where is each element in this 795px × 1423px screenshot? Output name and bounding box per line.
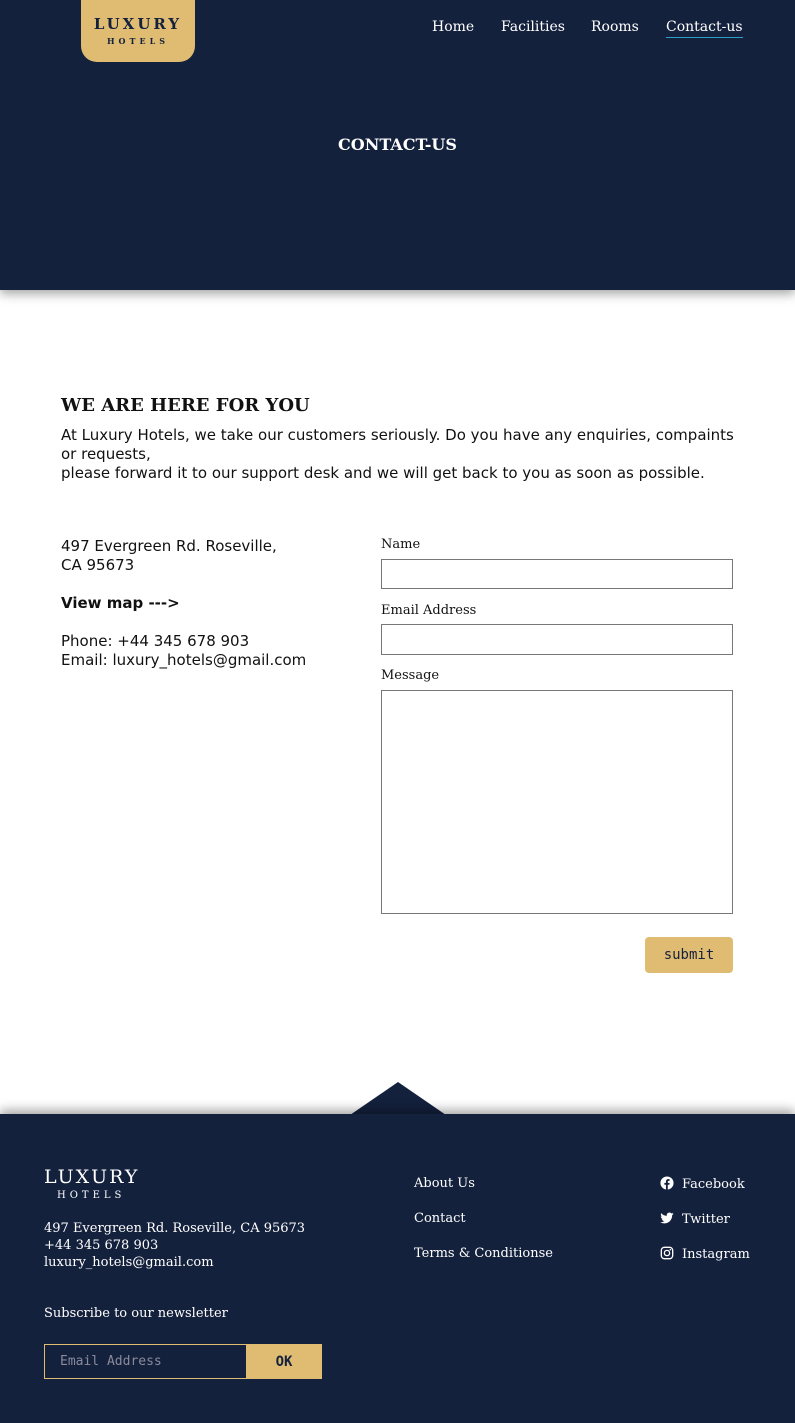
site-footer: LUXURY HOTELS 497 Evergreen Rd. Rosevill… — [0, 1114, 795, 1423]
page-title: CONTACT-US — [338, 135, 457, 154]
email-label: Email Address — [381, 603, 477, 618]
view-map-link[interactable]: View map ---> — [61, 594, 180, 612]
newsletter-ok-button[interactable]: OK — [246, 1344, 322, 1379]
nav-item-home[interactable]: Home — [432, 19, 474, 35]
brand-sub: HOTELS — [107, 36, 169, 46]
brand-name: LUXURY — [93, 15, 183, 33]
footer-address: 497 Evergreen Rd. Roseville, CA 95673 — [44, 1221, 306, 1236]
social-twitter-label: Twitter — [682, 1212, 730, 1227]
email-input[interactable] — [381, 624, 733, 655]
address-line-2: CA 95673 — [61, 556, 135, 574]
social-instagram-label: Instagram — [682, 1247, 750, 1262]
instagram-icon — [660, 1246, 674, 1260]
nav-item-rooms[interactable]: Rooms — [591, 19, 639, 35]
address-line-1: 497 Evergreen Rd. Roseville, — [61, 537, 277, 555]
social-facebook[interactable]: Facebook — [660, 1176, 745, 1192]
newsletter-label: Subscribe to our newsletter — [44, 1306, 228, 1321]
name-input[interactable] — [381, 559, 733, 589]
footer-link-contact[interactable]: Contact — [414, 1211, 466, 1226]
message-label: Message — [381, 668, 440, 683]
footer-phone: +44 345 678 903 — [44, 1238, 159, 1253]
footer-email: luxury_hotels@gmail.com — [44, 1255, 214, 1270]
footer-link-terms[interactable]: Terms & Conditionse — [414, 1246, 553, 1261]
footer-link-about-us[interactable]: About Us — [414, 1176, 475, 1191]
twitter-icon — [660, 1212, 674, 1224]
intro-line-1: At Luxury Hotels, we take our customers … — [61, 426, 734, 463]
social-twitter[interactable]: Twitter — [660, 1211, 730, 1227]
submit-button[interactable]: submit — [645, 937, 733, 973]
intro-text: At Luxury Hotels, we take our customers … — [61, 426, 741, 483]
social-facebook-label: Facebook — [682, 1177, 745, 1192]
intro-line-2: please forward it to our support desk an… — [61, 464, 705, 482]
footer-notch — [350, 1082, 446, 1115]
message-textarea[interactable] — [381, 690, 733, 914]
facebook-icon — [660, 1176, 674, 1190]
nav-item-contact-us[interactable]: Contact-us — [666, 19, 743, 38]
name-label: Name — [381, 537, 421, 552]
contact-phone: Phone: +44 345 678 903 — [61, 632, 250, 650]
footer-brand-sub: HOTELS — [57, 1190, 126, 1201]
section-heading: WE ARE HERE FOR YOU — [61, 395, 310, 416]
newsletter-email-input[interactable] — [44, 1344, 247, 1379]
brand-logo[interactable]: LUXURY HOTELS — [81, 0, 195, 62]
hero-header: LUXURY HOTELS Home Facilities Rooms Cont… — [0, 0, 795, 290]
footer-brand-name: LUXURY — [44, 1166, 140, 1188]
nav-item-facilities[interactable]: Facilities — [501, 19, 565, 35]
address-block: 497 Evergreen Rd. Roseville, CA 95673 — [61, 537, 361, 575]
contact-email: Email: luxury_hotels@gmail.com — [61, 651, 307, 669]
social-instagram[interactable]: Instagram — [660, 1246, 750, 1262]
